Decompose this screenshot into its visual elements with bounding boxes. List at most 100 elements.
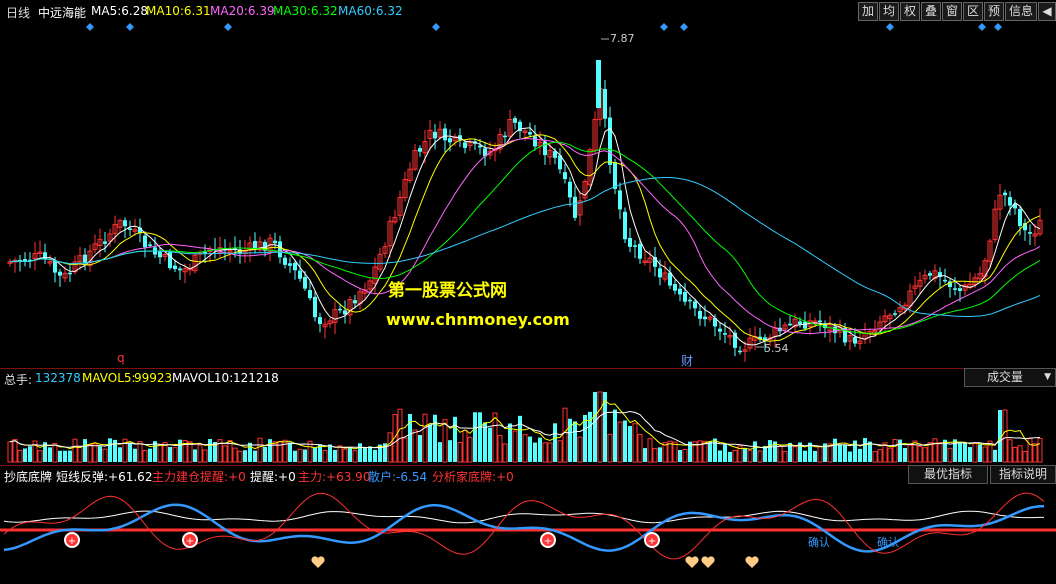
buy-signal-plus-icon: + [544,536,552,547]
average-button[interactable]: 均 [879,2,899,21]
volume-bar [982,446,988,463]
collapse-arrow-icon[interactable]: ◀ [1038,2,1056,21]
volume-bar [632,423,638,463]
volume-bar [838,444,842,462]
add-button[interactable]: 加 [858,2,878,21]
ma30-readout: MA30:6.32 [273,4,338,18]
event-diamond-icon[interactable] [680,23,688,31]
volume-indicator-value: 成交量 [987,370,1024,384]
candle-body-down [718,328,722,332]
heart-signal-icon[interactable] [311,556,325,568]
volume-bar [313,447,317,462]
volume-bar [157,443,163,463]
volume-bar [628,426,632,462]
volume-bar [348,448,352,462]
candle-body-down [818,320,822,323]
candle-body-down [158,251,162,258]
candle-body-down [1003,192,1007,196]
volume-bar [978,444,982,462]
mavol5-value: 99923 [134,371,173,385]
volume-bar [672,441,678,463]
volume-bar [48,447,52,462]
event-diamond-icon[interactable] [660,23,668,31]
chart-header: 日线 中远海能 MA5:6.28 MA10:6.31 MA20:6.39 MA3… [0,0,1056,22]
volume-bar [917,445,923,463]
event-diamond-icon[interactable] [978,23,986,31]
volume-indicator-select[interactable]: 成交量 ▼ [964,368,1056,387]
candle-body-down [673,284,677,291]
candle-body-down [788,323,792,326]
indicator-help-button[interactable]: 指标说明 [990,465,1056,484]
event-diamond-icon[interactable] [432,23,440,31]
candle-body-down [618,190,622,210]
volume-bar [597,391,603,463]
window-button[interactable]: 窗 [942,2,962,21]
indicator-item-1: 主力建仓提醒:+0 [152,470,246,484]
heart-signal-icon[interactable] [685,556,699,568]
volume-bar [222,445,228,463]
volume-bar [77,445,83,463]
heart-signal-icon[interactable] [745,556,759,568]
period-label[interactable]: 日线 [6,4,30,21]
volume-bar [542,442,548,463]
volume-bar [1012,446,1018,463]
volume-bar [927,442,933,463]
volume-bar [617,421,623,463]
short-rebound-line [3,510,1044,524]
heart-signal-icon[interactable] [701,556,715,568]
best-indicator-button[interactable]: 最优指标 [908,465,988,484]
volume-chart[interactable] [0,388,1056,464]
volume-bar [342,448,348,463]
candle-body-down [528,132,532,135]
volume-bar [753,441,757,462]
volume-bar [932,438,938,463]
range-button[interactable]: 区 [963,2,983,21]
volume-bar [142,450,148,463]
marker-finance[interactable]: 财 [681,352,693,369]
volume-bar [98,446,102,462]
candle-body-down [633,245,637,247]
volume-bar [148,448,152,462]
candle-body-down [443,128,447,141]
volume-bar [368,446,372,462]
volume-bar [637,433,643,463]
candle-body-down [463,142,467,148]
event-diamond-icon[interactable] [86,23,94,31]
volume-bar [768,440,772,462]
indicator-item-2: 提醒:+0 [250,470,296,484]
candle-body-down [43,252,47,260]
rights-button[interactable]: 权 [900,2,920,21]
candle-body-down [738,350,742,353]
event-diamond-icon[interactable] [224,23,232,31]
event-diamond-icon[interactable] [994,23,1002,31]
candle-body-down [833,326,837,334]
overlay-button[interactable]: 叠 [921,2,941,21]
indicator-item-4: 散户:-6.54 [368,470,428,484]
event-diamond-icon[interactable] [126,23,134,31]
candle-body-down [688,299,692,302]
volume-bar [248,442,252,462]
volume-bar [202,449,208,463]
volume-bar [607,433,613,463]
event-diamond-icon[interactable] [886,23,894,31]
volume-bar [433,414,437,462]
volume-bar [457,442,463,463]
volume-bar [1007,439,1013,463]
volume-bar [813,450,817,462]
buy-signal-plus-icon: + [186,536,194,547]
volume-bar [623,420,627,462]
ma30-line [9,141,1041,334]
volume-bar [562,407,568,463]
candle-body-down [638,243,642,259]
volume-bar [303,449,307,462]
alert-button[interactable]: 预 [984,2,1004,21]
volume-bar [448,440,452,462]
info-button[interactable]: 信息 [1005,2,1037,21]
volume-bar [743,448,747,462]
candle-body-down [958,288,962,291]
volume-bar [502,443,508,463]
volume-bar [322,449,328,463]
ma60-readout: MA60:6.32 [338,4,403,18]
volume-bar [972,443,978,463]
volume-bar [728,451,732,462]
